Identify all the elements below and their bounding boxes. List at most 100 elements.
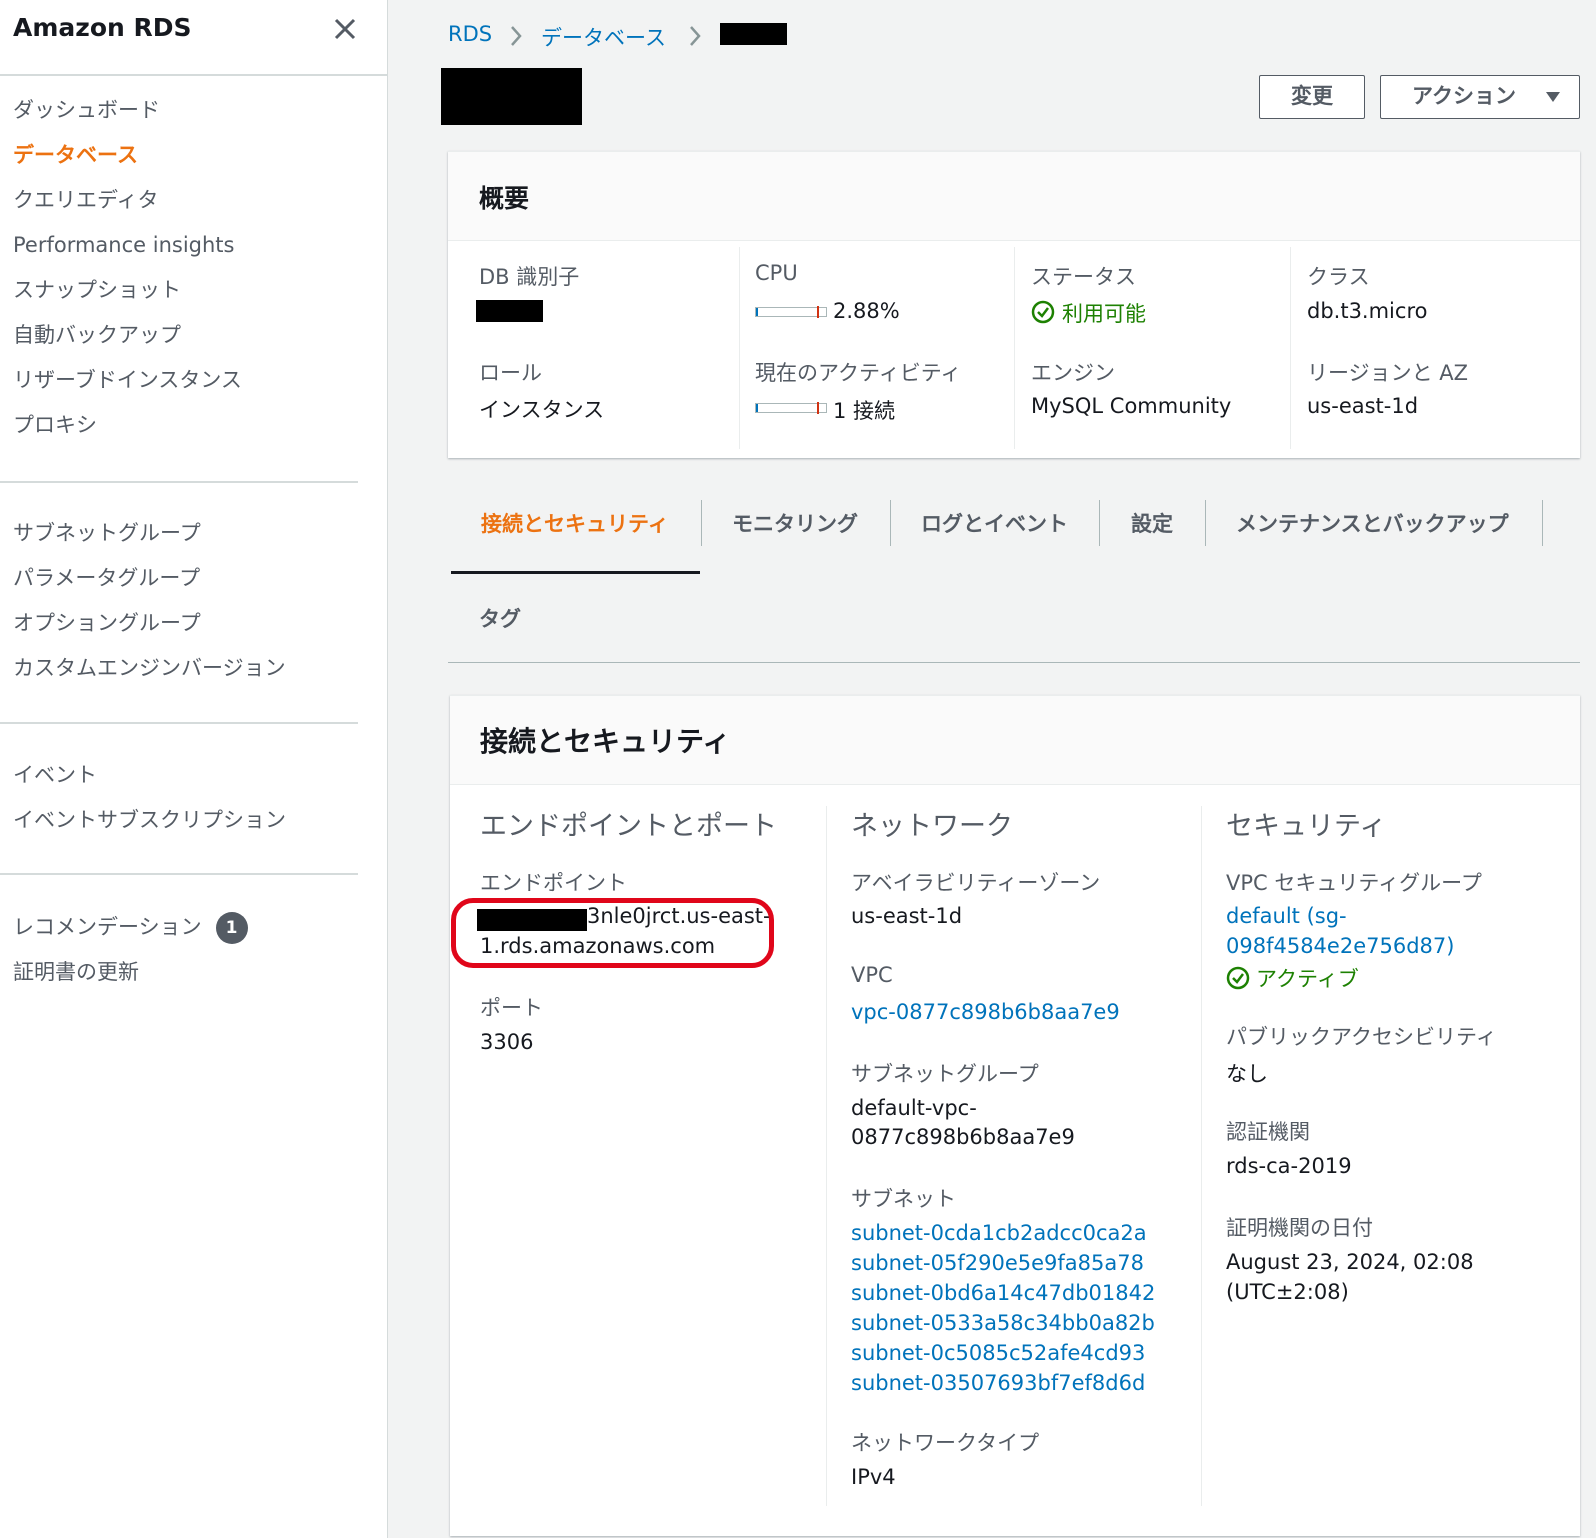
certificate-date-value-line1: August 23, 2024, 02:08	[1226, 1250, 1474, 1274]
tab-separator	[701, 500, 702, 546]
status-value: 利用可能	[1062, 302, 1146, 326]
connectivity-card-header: 接続とセキュリティ	[450, 696, 1580, 785]
sidebar: Amazon RDS ダッシュボード データベース クエリエディタ Perfor…	[0, 0, 388, 1538]
tab-connectivity-security[interactable]: 接続とセキュリティ	[481, 508, 669, 538]
tab-monitoring[interactable]: モニタリング	[732, 508, 858, 538]
security-group-link-line2[interactable]: 098f4584e2e756d87)	[1226, 934, 1454, 958]
sidebar-header: Amazon RDS	[0, 0, 387, 76]
sidebar-item-parameter-groups[interactable]: パラメータグループ	[13, 556, 286, 601]
security-heading: セキュリティ	[1226, 811, 1387, 842]
subnet-link[interactable]: subnet-05f290e5e9fa85a78	[851, 1251, 1144, 1275]
region-value: us-east-1d	[1307, 394, 1419, 418]
check-circle-icon	[1226, 966, 1250, 990]
class-label: クラス	[1307, 265, 1370, 289]
cpu-meter	[755, 306, 827, 318]
tab-separator	[1099, 500, 1100, 546]
endpoint-highlight-box	[451, 898, 774, 968]
column-divider	[1290, 247, 1291, 449]
role-value: インスタンス	[479, 398, 605, 422]
subnet-link[interactable]: subnet-03507693bf7ef8d6d	[851, 1371, 1145, 1395]
port-value: 3306	[480, 1030, 534, 1054]
sidebar-item-events[interactable]: イベント	[13, 753, 286, 798]
active-tab-underline	[451, 571, 700, 574]
sidebar-divider	[0, 481, 358, 483]
sidebar-item-event-subscriptions[interactable]: イベントサブスクリプション	[13, 798, 286, 843]
sidebar-item-query-editor[interactable]: クエリエディタ	[13, 178, 242, 223]
security-group-link-line1[interactable]: default (sg-	[1226, 904, 1347, 928]
sidebar-item-automated-backups[interactable]: 自動バックアップ	[13, 313, 242, 358]
security-group-label: VPC セキュリティグループ	[1226, 871, 1482, 895]
tab-configuration[interactable]: 設定	[1131, 508, 1173, 538]
tabs-bottom-border	[448, 662, 1580, 663]
tab-logs-events[interactable]: ログとイベント	[921, 508, 1068, 538]
sidebar-item-snapshots[interactable]: スナップショット	[13, 268, 242, 313]
column-divider	[739, 247, 740, 449]
availability-zone-label: アベイラビリティーゾーン	[851, 871, 1101, 895]
certificate-authority-label: 認証機関	[1226, 1120, 1310, 1144]
actions-dropdown-button[interactable]: アクション	[1380, 75, 1580, 119]
role-label: ロール	[479, 361, 542, 385]
public-access-value: なし	[1226, 1062, 1268, 1086]
security-group-status: アクティブ	[1256, 967, 1359, 991]
sidebar-nav-other: レコメンデーション 1 証明書の更新	[13, 905, 248, 995]
subnet-link[interactable]: subnet-0c5085c52afe4cd93	[851, 1341, 1145, 1365]
activity-meter-mark	[817, 402, 819, 414]
subnet-link[interactable]: subnet-0cda1cb2adcc0ca2a	[851, 1221, 1147, 1245]
subnet-group-label: サブネットグループ	[851, 1062, 1039, 1086]
activity-meter-fill	[756, 404, 758, 412]
sidebar-item-proxies[interactable]: プロキシ	[13, 403, 242, 448]
cpu-meter-fill	[756, 308, 759, 316]
activity-meter	[755, 402, 827, 414]
vpc-link[interactable]: vpc-0877c898b6b8aa7e9	[851, 1000, 1120, 1024]
certificate-date-label: 証明機関の日付	[1226, 1216, 1373, 1240]
sidebar-divider	[0, 873, 358, 875]
summary-title: 概要	[479, 184, 530, 213]
sidebar-item-certificate-update[interactable]: 証明書の更新	[13, 950, 248, 995]
sidebar-item-option-groups[interactable]: オプショングループ	[13, 601, 286, 646]
chevron-right-icon	[511, 26, 522, 46]
region-label: リージョンと AZ	[1307, 361, 1469, 385]
availability-zone-value: us-east-1d	[851, 904, 963, 928]
tab-tags[interactable]: タグ	[479, 603, 521, 633]
subnet-link[interactable]: subnet-0533a58c34bb0a82b	[851, 1311, 1155, 1335]
certificate-date-value-line2: (UTC±2:08)	[1226, 1280, 1349, 1304]
activity-label: 現在のアクティビティ	[755, 361, 962, 385]
actions-label: アクション	[1412, 84, 1516, 108]
redacted-breadcrumb-db-name	[720, 23, 787, 45]
sidebar-item-custom-engine-versions[interactable]: カスタムエンジンバージョン	[13, 646, 286, 691]
sidebar-item-reserved-instances[interactable]: リザーブドインスタンス	[13, 358, 242, 403]
network-type-label: ネットワークタイプ	[851, 1431, 1040, 1455]
cpu-meter-mark	[817, 306, 819, 318]
tab-separator	[1205, 500, 1206, 546]
connectivity-title: 接続とセキュリティ	[480, 725, 731, 758]
status-label: ステータス	[1031, 265, 1136, 289]
sidebar-item-dashboard[interactable]: ダッシュボード	[13, 88, 242, 133]
endpoint-heading: エンドポイントとポート	[480, 811, 777, 842]
breadcrumb-databases[interactable]: データベース	[541, 22, 666, 52]
breadcrumb-rds[interactable]: RDS	[448, 22, 492, 46]
sidebar-item-performance-insights[interactable]: Performance insights	[13, 223, 242, 268]
summary-card-header: 概要	[448, 152, 1580, 241]
column-divider	[1014, 247, 1015, 449]
engine-value: MySQL Community	[1031, 394, 1232, 418]
sidebar-nav-main: ダッシュボード データベース クエリエディタ Performance insig…	[13, 88, 242, 448]
redacted-page-title	[441, 68, 582, 125]
summary-card: 概要 DB 識別子 ロール インスタンス CPU 2.88% 現在のアクティビテ…	[448, 151, 1580, 458]
sidebar-nav-events: イベント イベントサブスクリプション	[13, 753, 286, 843]
engine-label: エンジン	[1031, 361, 1115, 385]
sidebar-item-label: レコメンデーション	[13, 915, 202, 939]
column-divider	[1201, 806, 1202, 1506]
sidebar-item-recommendations[interactable]: レコメンデーション 1	[13, 905, 248, 950]
column-divider	[826, 806, 827, 1506]
close-icon[interactable]	[328, 12, 362, 46]
sidebar-item-subnet-groups[interactable]: サブネットグループ	[13, 511, 286, 556]
redacted-db-identifier	[476, 300, 543, 322]
sidebar-nav-groups: サブネットグループ パラメータグループ オプショングループ カスタムエンジンバー…	[13, 511, 286, 691]
sidebar-item-databases[interactable]: データベース	[13, 133, 242, 178]
cpu-value: 2.88%	[833, 299, 900, 323]
modify-button[interactable]: 変更	[1259, 75, 1365, 119]
tab-maintenance-backups[interactable]: メンテナンスとバックアップ	[1236, 508, 1509, 538]
subnet-link[interactable]: subnet-0bd6a14c47db01842	[851, 1281, 1155, 1305]
public-access-label: パブリックアクセシビリティ	[1226, 1025, 1497, 1049]
db-identifier-label: DB 識別子	[479, 265, 580, 289]
